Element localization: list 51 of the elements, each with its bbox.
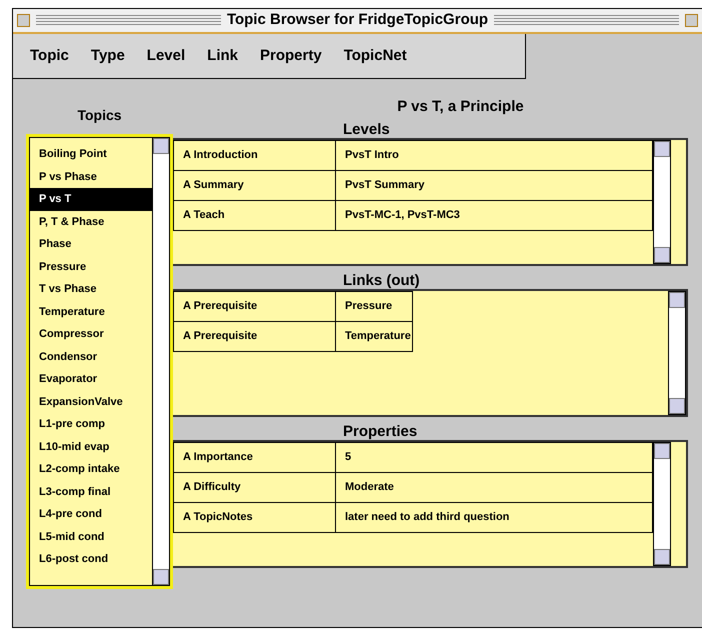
- menu-item[interactable]: Property: [260, 44, 322, 68]
- list-item[interactable]: Temperature: [30, 300, 152, 323]
- list-item[interactable]: L1-pre comp: [30, 413, 152, 436]
- list-item[interactable]: L6-post cond: [30, 548, 152, 570]
- list-item[interactable]: L5-mid cond: [30, 526, 152, 548]
- list-heading: Topics: [76, 106, 123, 125]
- menu-item[interactable]: Type: [90, 44, 125, 68]
- topic-title: P vs T, a Principle: [396, 97, 525, 117]
- menu-item[interactable]: Level: [146, 44, 186, 68]
- list-item[interactable]: L10-mid evap: [30, 436, 152, 458]
- list-item[interactable]: L2-comp intake: [30, 458, 152, 480]
- list-item[interactable]: Phase: [30, 233, 152, 256]
- menu-item[interactable]: Link: [207, 44, 238, 68]
- table-cell: A Introduction: [174, 140, 336, 170]
- list-item[interactable]: Condensor: [30, 346, 152, 368]
- table-cell: Temperature: [336, 321, 412, 351]
- list-item[interactable]: P, T & Phase: [30, 210, 152, 233]
- list-item[interactable]: Evaporator: [30, 368, 152, 390]
- section-heading: Levels: [343, 120, 391, 138]
- scrollbar[interactable]: [653, 140, 671, 264]
- window-title: Topic Browser for FridgeTopicGroup: [226, 10, 488, 30]
- table-cell: A Prerequisite: [174, 291, 336, 321]
- table-cell: A Importance: [174, 442, 336, 472]
- table-cell: A Summary: [174, 170, 336, 200]
- section-heading: Links (out): [343, 272, 421, 288]
- list-item[interactable]: L3-comp final: [30, 480, 152, 503]
- scrollbar[interactable]: [152, 137, 170, 586]
- scrollbar[interactable]: [668, 290, 686, 414]
- list-item[interactable]: ExpansionValve: [30, 390, 152, 413]
- list-item[interactable]: Boiling Point: [30, 143, 152, 166]
- list-item[interactable]: T vs Phase: [30, 278, 152, 300]
- scrollbar[interactable]: [653, 442, 671, 566]
- table-cell: Moderate: [336, 472, 652, 502]
- table-cell: 5: [336, 442, 652, 472]
- section-heading: Properties: [343, 422, 418, 440]
- table-cell: PvsT-MC-1, PvsT-MC3: [336, 200, 652, 230]
- list-item[interactable]: Compressor: [30, 323, 152, 346]
- list-item[interactable]: P vs Phase: [30, 166, 152, 188]
- table-cell: A TopicNotes: [174, 502, 336, 532]
- table-cell: PvsT Summary: [336, 170, 652, 200]
- table-cell: later need to add third question: [336, 502, 652, 532]
- menu-item[interactable]: Topic: [30, 44, 69, 68]
- list-item[interactable]: P vs T: [30, 188, 152, 210]
- table-cell: A Teach: [174, 200, 336, 230]
- table-cell: Pressure: [336, 291, 412, 321]
- table-cell: A Difficulty: [174, 472, 336, 502]
- list-item[interactable]: L4-pre cond: [30, 503, 152, 526]
- list-item[interactable]: Pressure: [30, 256, 152, 278]
- menu-item[interactable]: TopicNet: [344, 44, 407, 68]
- table-cell: A Prerequisite: [174, 321, 336, 351]
- table-cell: PvsT Intro: [336, 140, 652, 170]
